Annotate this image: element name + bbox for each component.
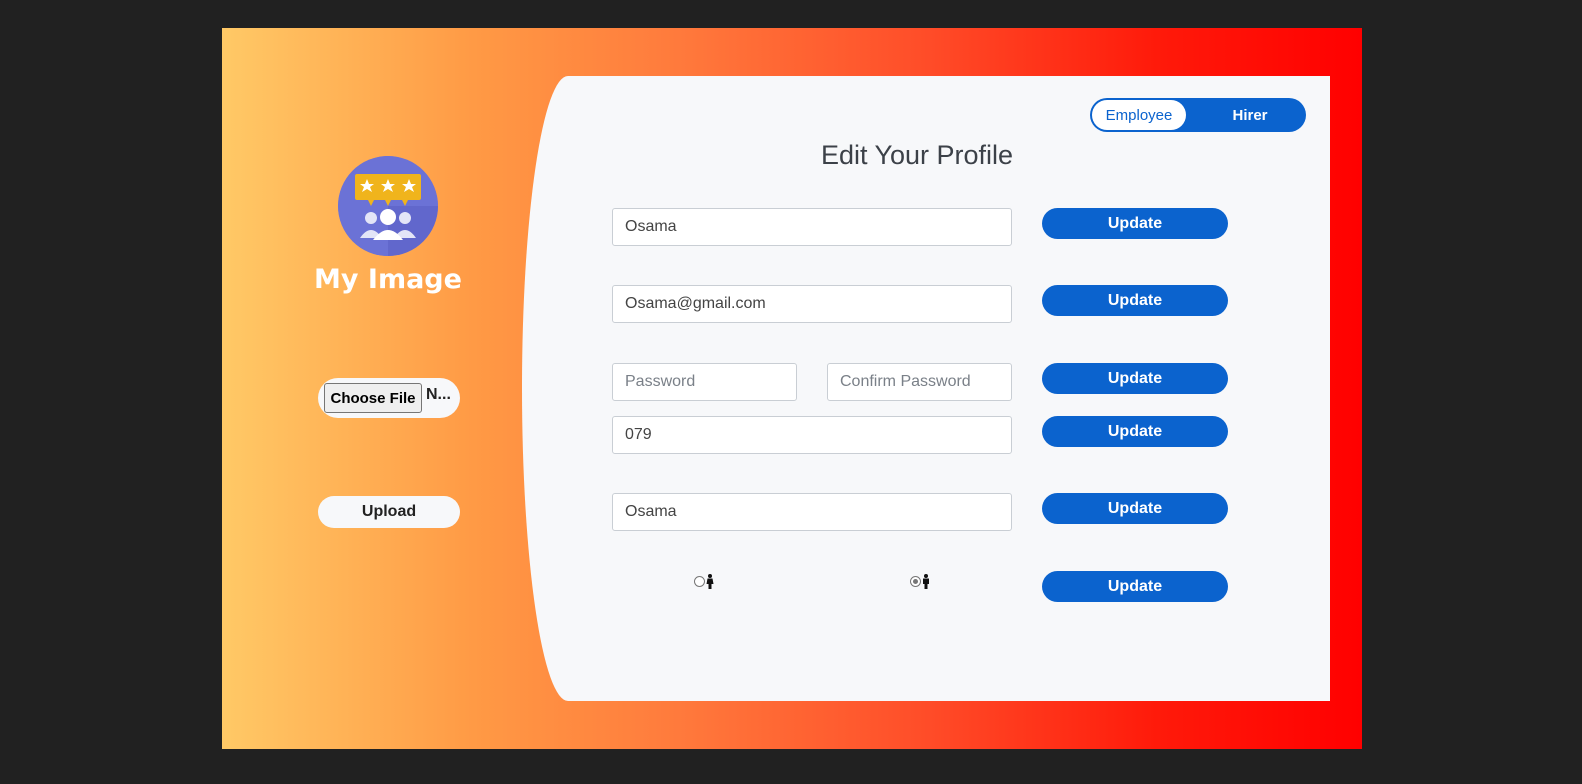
profile-card: My Image Choose File N... Upload Employe…	[222, 28, 1362, 749]
email-field[interactable]: Osama@gmail.com	[612, 285, 1012, 323]
phone-field[interactable]: 079	[612, 416, 1012, 454]
gender-male-option[interactable]	[910, 574, 930, 589]
file-input[interactable]: Choose File N...	[318, 378, 460, 418]
file-status: N...	[426, 386, 451, 403]
page-title: Edit Your Profile	[820, 140, 1014, 170]
male-person-icon	[922, 574, 930, 589]
male-radio[interactable]	[910, 576, 921, 587]
update-gender-button[interactable]: Update	[1042, 571, 1228, 602]
update-last-name-button[interactable]: Update	[1042, 493, 1228, 524]
last-name-field[interactable]: Osama	[612, 493, 1012, 531]
name-field[interactable]: Osama	[612, 208, 1012, 246]
role-toggle[interactable]: Employee Hirer	[1090, 98, 1306, 132]
toggle-hirer[interactable]: Hirer	[1200, 98, 1300, 132]
confirm-password-field[interactable]: Confirm Password	[827, 363, 1012, 401]
female-person-icon	[706, 574, 714, 589]
gender-female-option[interactable]	[694, 574, 714, 589]
update-name-button[interactable]: Update	[1042, 208, 1228, 239]
toggle-employee[interactable]: Employee	[1092, 100, 1186, 130]
update-password-button[interactable]: Update	[1042, 363, 1228, 394]
group-rating-icon	[338, 156, 438, 256]
choose-file-button[interactable]: Choose File	[324, 383, 422, 413]
password-field[interactable]: Password	[612, 363, 797, 401]
female-radio[interactable]	[694, 576, 705, 587]
upload-button[interactable]: Upload	[318, 496, 460, 528]
update-phone-button[interactable]: Update	[1042, 416, 1228, 447]
image-title: My Image	[314, 264, 462, 295]
update-email-button[interactable]: Update	[1042, 285, 1228, 316]
